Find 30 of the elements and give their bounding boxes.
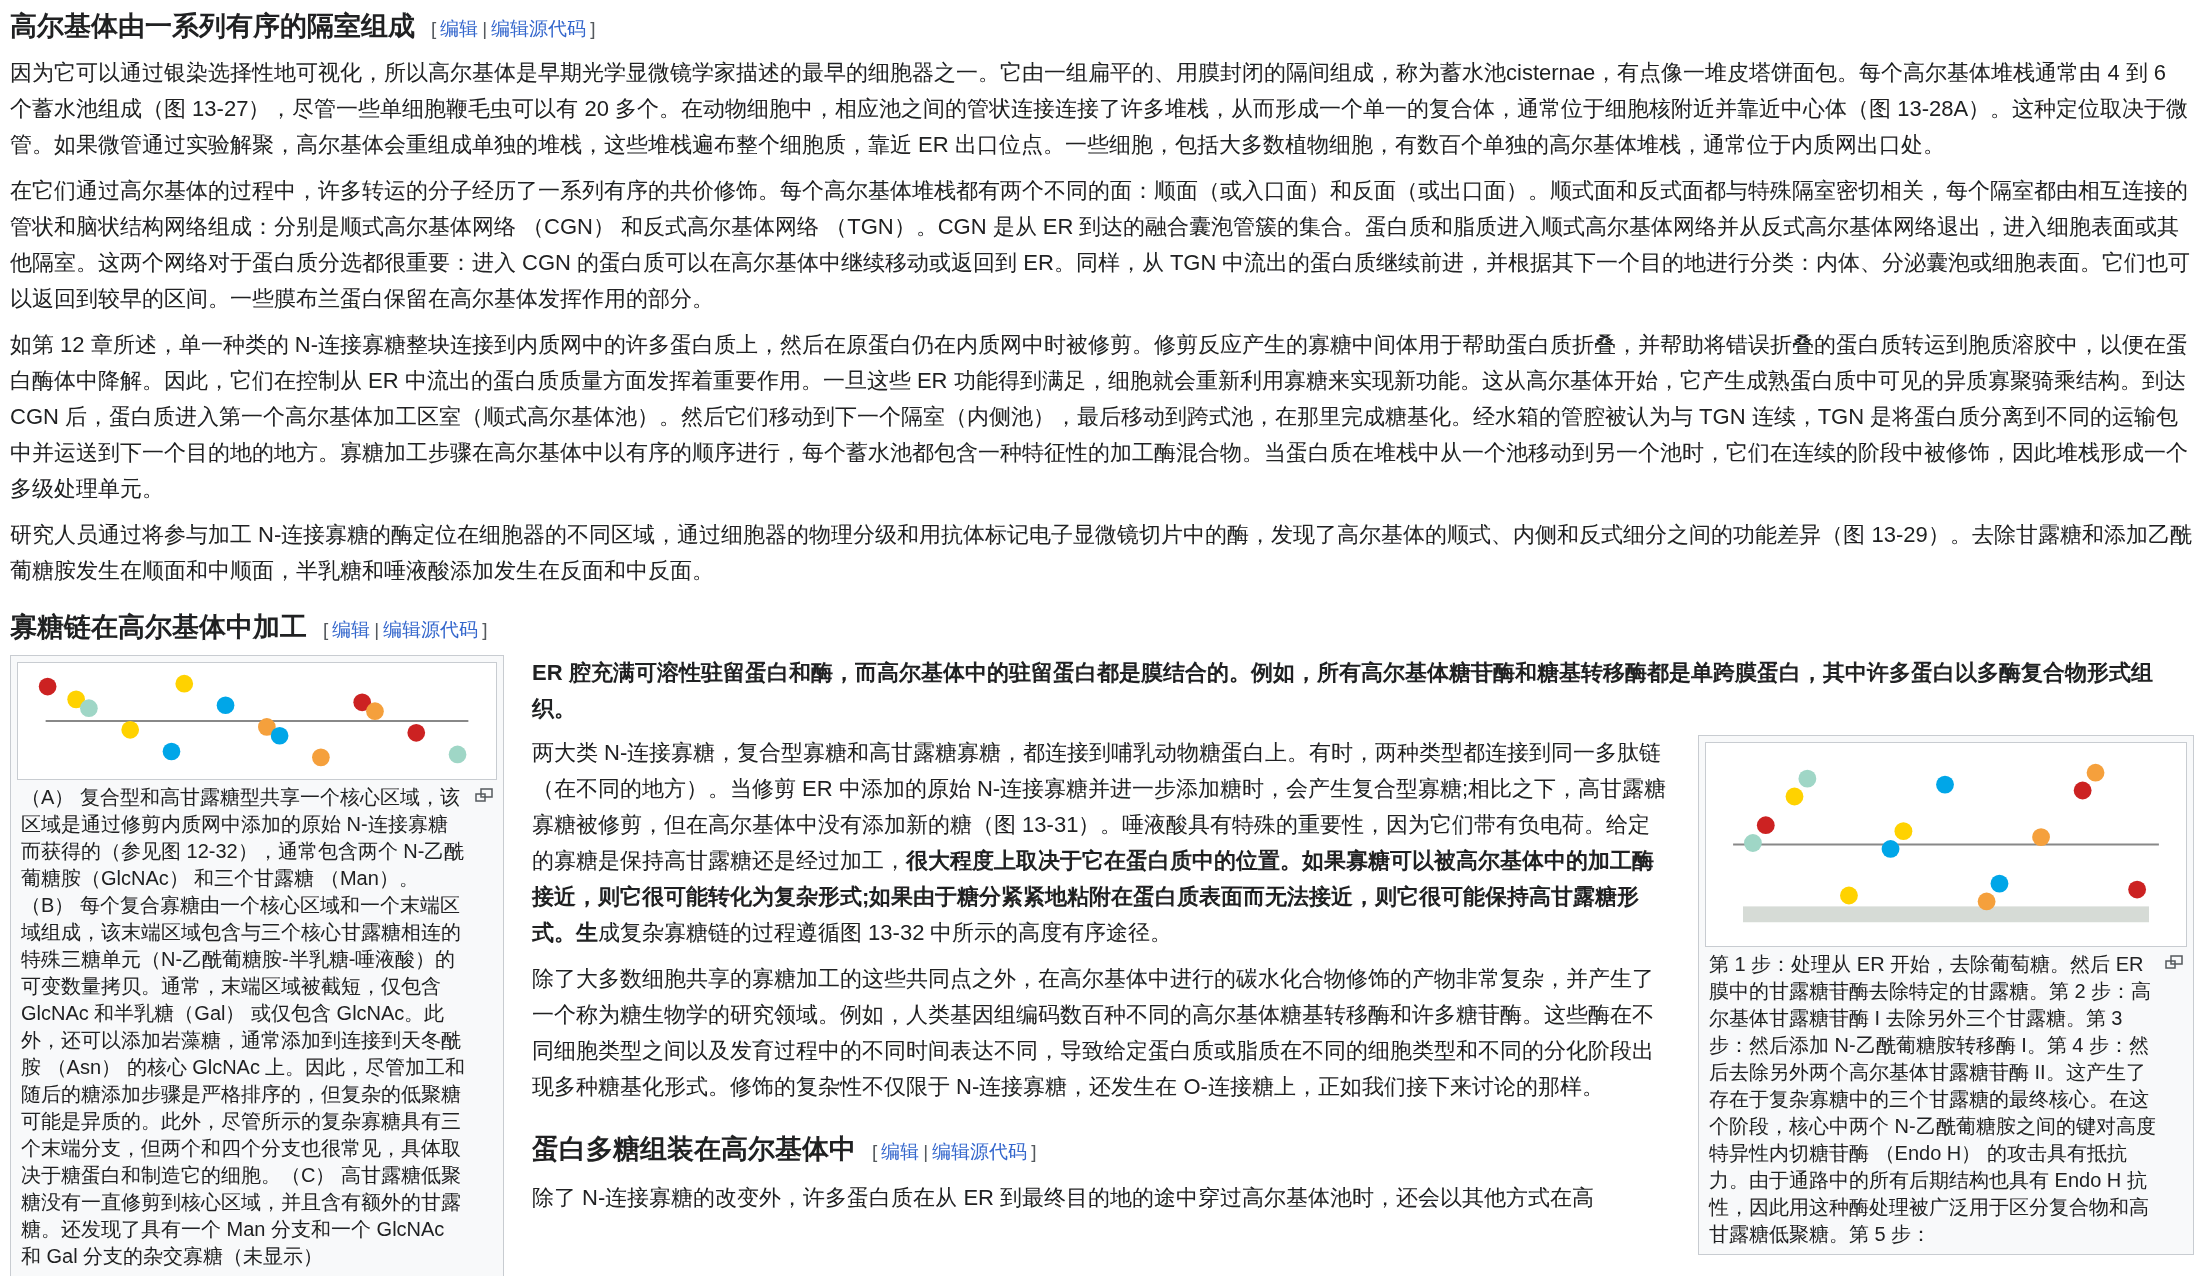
paragraph: 因为它可以通过银染选择性地可视化，所以高尔基体是早期光学显微镜学家描述的最早的细胞器之一。它由一组扁平的、用膜封闭的隔间组成，称为蓄水池cisternae，有点像一堆皮塔饼面包。每个高尔基体堆栈通常由 4 到 6 个蓄水池组成（图 13-27），尽管一些单细胞鞭毛虫可以有 20 多个。在动物细胞中，相应池之间的管状连接连接了许多堆栈，从而形成一个单一的复合体，通常位于细胞核附近并靠近中心体（图 13-28A）。这种定位取决于微管。如果微管通过实验解聚，高尔基体会重组成单独的堆栈，这些堆栈遍布整个细胞质，靠近 ER 出口位点。一些细胞，包括大多数植物细胞，有数百个单独的高尔基体堆栈，通常位于内质网出口处。 bbox=[10, 58, 2190, 159]
separator: | bbox=[374, 617, 380, 642]
section-heading: 高尔基体由一系列有序的隔室组成 bbox=[10, 10, 415, 43]
enlarge-icon[interactable] bbox=[2165, 955, 2183, 969]
paragraph: 除了大多数细胞共享的寡糖加工的这些共同点之外，在高尔基体中进行的碳水化合物修饰的产物非常复杂，并产生了一个称为糖生物学的研究领域。例如，人类基因组编码数百种不同的高尔基体糖基转移酶和许多糖苷酶。这些酶在不同细胞类型之间以及发育过程中的不同时间表达不同，导致给定蛋白质或脂质在不同的细胞类型和不同的分化阶段出现多种糖基化形式。修饰的复杂性不仅限于 N-连接寡糖，还发生在 O-连接糖上，正如我们接下来讨论的那样。 bbox=[532, 965, 1655, 1101]
section-heading: 寡糖链在高尔基体中加工 bbox=[10, 610, 307, 644]
edit-source-link[interactable]: 编辑源代码 bbox=[383, 615, 479, 644]
edit-link[interactable]: 编辑 bbox=[332, 615, 371, 644]
paragraph: 两大类 N-连接寡糖，复合型寡糖和高甘露糖寡糖，都连接到哺乳动物糖蛋白上。有时，两种类型都连接到同一多肽链（在不同的地方）。当修剪 ER 中添加的原始 N-连接寡糖并进一步添加糖时，会产生复合型寡糖;相比之下，高甘露糖寡糖被修剪，但在高尔基体中没有添加新的糖（图 13-31）。唾液酸具有特殊的重要性，因为它们带有负电荷。给定的寡糖是保持高甘露糖还是经过加工，很大程度上取决于它在蛋白质中的位置。如果寡糖可以被高尔基体中的加工酶接近，则它很可能转化为复杂形式;如果由于糖分紧紧地粘附在蛋白质表面而无法接近，则它很可能保持高甘露糖形式。生成复杂寡糖链的过程遵循图 13-32 中所示的高度有序途径。 bbox=[532, 739, 1668, 947]
edit-source-link[interactable]: 编辑源代码 bbox=[932, 1138, 1028, 1167]
paragraph: 除了 N-连接寡糖的改变外，许多蛋白质在从 ER 到最终目的地的途中穿过高尔基体池时，还会以其他方式在高 bbox=[532, 1183, 1596, 1212]
bracket: ] bbox=[590, 17, 596, 41]
separator: | bbox=[923, 1140, 929, 1164]
bracket: [ bbox=[323, 617, 329, 642]
bracket: ] bbox=[1031, 1140, 1037, 1164]
bracket: [ bbox=[872, 1140, 878, 1164]
edit-link[interactable]: 编辑 bbox=[881, 1138, 920, 1167]
figure-caption: （A） 复合型和高甘露糖型共享一个核心区域，该区域是通过修剪内质网中添加的原始 N-连接寡糖而获得的（参见图 12-32），通常包含两个 N-乙酰葡糖胺（GlcNAc） 和三个甘露糖 （Man）。（B） 每个复合寡糖由一个核心区域和一个末端区域组成，该末端区域包含与三个核心甘露糖相连的特殊三糖单元（N-乙酰葡糖胺-半乳糖-唾液酸）的可变数量拷贝。通常，末端区域被截短，仅包含 GlcNAc 和半乳糖（Gal） 或仅包含 GlcNAc。此外，还可以添加岩藻糖，通常添加到连接到天冬酰胺 （Asn） 的核心 GlcNAc 上。因此，尽管加工和随后的糖添加步骤是严格排序的，但复杂的低聚糖可能是异质的。此外，尽管所示的复杂寡糖具有三个末端分支，但两个和四个分支也很常见，具体取决于糖蛋白和制造它的细胞。（C） 高甘露糖低聚糖没有一直修剪到核心区域，并且含有额外的甘露糖。还发现了具有一个 Man 分支和一个 GlcNAc 和 Gal 分支的杂交寡糖（未显示） bbox=[21, 785, 467, 1269]
bracket: [ bbox=[431, 17, 437, 41]
paragraph: 如第 12 章所述，单一种类的 N-连接寡糖整块连接到内质网中的许多蛋白质上，然后在原蛋白仍在内质网中时被修剪。修剪反应产生的寡糖中间体用于帮助蛋白质折叠，并帮助将错误折叠的蛋白质转运到胞质溶胶中，以便在蛋白酶体中降解。因此，它们在控制从 ER 中流出的蛋白质质量方面发挥着重要作用。一旦这些 ER 功能得到满足，细胞就会重新利用寡糖来实现新功能。这从高尔基体开始，它产生成熟蛋白质中可见的异质寡聚骑乘结构。到达 CGN 后，蛋白质进入第一个高尔基体加工区室（顺式高尔基体池）。然后它们移动到下一个隔室（内侧池），最后移动到跨式池，在那里完成糖基化。经水箱的管腔被认为与 TGN 连续，TGN 是将蛋白质分离到不同的运输包中并运送到下一个目的地的地方。寡糖加工步骤在高尔基体中以有序的顺序进行，每个蓄水池都包含一种特征性的加工酶混合物。当蛋白质在堆栈中从一个池移动到另一个池时，它们在连续的阶段中被修饰，因此堆栈形成一个多级处理单元。 bbox=[10, 330, 2190, 503]
paragraph: 在它们通过高尔基体的过程中，许多转运的分子经历了一系列有序的共价修饰。每个高尔基体堆栈都有两个不同的面：顺面（或入口面）和反面（或出口面）。顺式面和反式面都与特殊隔室密切相关，每个隔室都由相互连接的管状和脑状结构网络组成：分别是顺式高尔基体网络 （CGN） 和反式高尔基体网络 （TGN）。CGN 是从 ER 到达的融合囊泡管簇的集合。蛋白质和脂质进入顺式高尔基体网络并从反式高尔基体网络退出，进入细胞表面或其他隔室。这两个网络对于蛋白质分选都很重要：进入 CGN 的蛋白质可以在高尔基体中继续移动或返回到 ER。同样，从 TGN 中流出的蛋白质继续前进，并根据其下一个目的地进行分类：内体、分泌囊泡或细胞表面。它们也可以返回到较早的区间。一些膜布兰蛋白保留在高尔基体发挥作用的部分。 bbox=[10, 176, 2192, 313]
figure-caption: 第 1 步：处理从 ER 开始，去除葡萄糖。然后 ER 膜中的甘露糖苷酶去除特定的甘露糖。第 2 步：高尔基体甘露糖苷酶 I 去除另外三个甘露糖。第 3 步：然后添加 N-乙酰葡糖胺转移酶 I。第 4 步：然后去除另外两个高尔基体甘露糖苷酶 II。这产生了存在于复杂寡糖中的三个甘露糖的最终核心。在这个阶段，核心中两个 N-乙酰葡糖胺之间的键对高度特异性内切糖苷酶 （Endo H） 的攻击具有抵抗力。由于通路中的所有后期结构也具有 Endo H 抗性，因此用这种酶处理被广泛用于区分复合物和高甘露糖低聚糖。第 5 步： bbox=[1709, 952, 2157, 1247]
paragraph: ER 腔充满可溶性驻留蛋白和酶，而高尔基体中的驻留蛋白都是膜结合的。例如，所有高尔基体糖苷酶和糖基转移酶都是单跨膜蛋白，其中许多蛋白以多酶复合物形式组织。 bbox=[532, 659, 2154, 723]
paragraph: 研究人员通过将参与加工 N-连接寡糖的酶定位在细胞器的不同区域，通过细胞器的物理分级和用抗体标记电子显微镜切片中的酶，发现了高尔基体的顺式、内侧和反式细分之间的功能差异（图 13-29）。去除甘露糖和添加乙酰葡糖胺发生在顺面和中顺面，半乳糖和唾液酸添加发生在反面和中反面。 bbox=[10, 520, 2193, 585]
edit-link[interactable]: 编辑 bbox=[440, 15, 479, 44]
section-heading: 蛋白多糖组装在高尔基体中 bbox=[532, 1133, 856, 1166]
separator: | bbox=[482, 17, 488, 41]
edit-source-link[interactable]: 编辑源代码 bbox=[491, 15, 587, 44]
bracket: ] bbox=[482, 617, 488, 642]
enlarge-icon[interactable] bbox=[475, 788, 493, 802]
